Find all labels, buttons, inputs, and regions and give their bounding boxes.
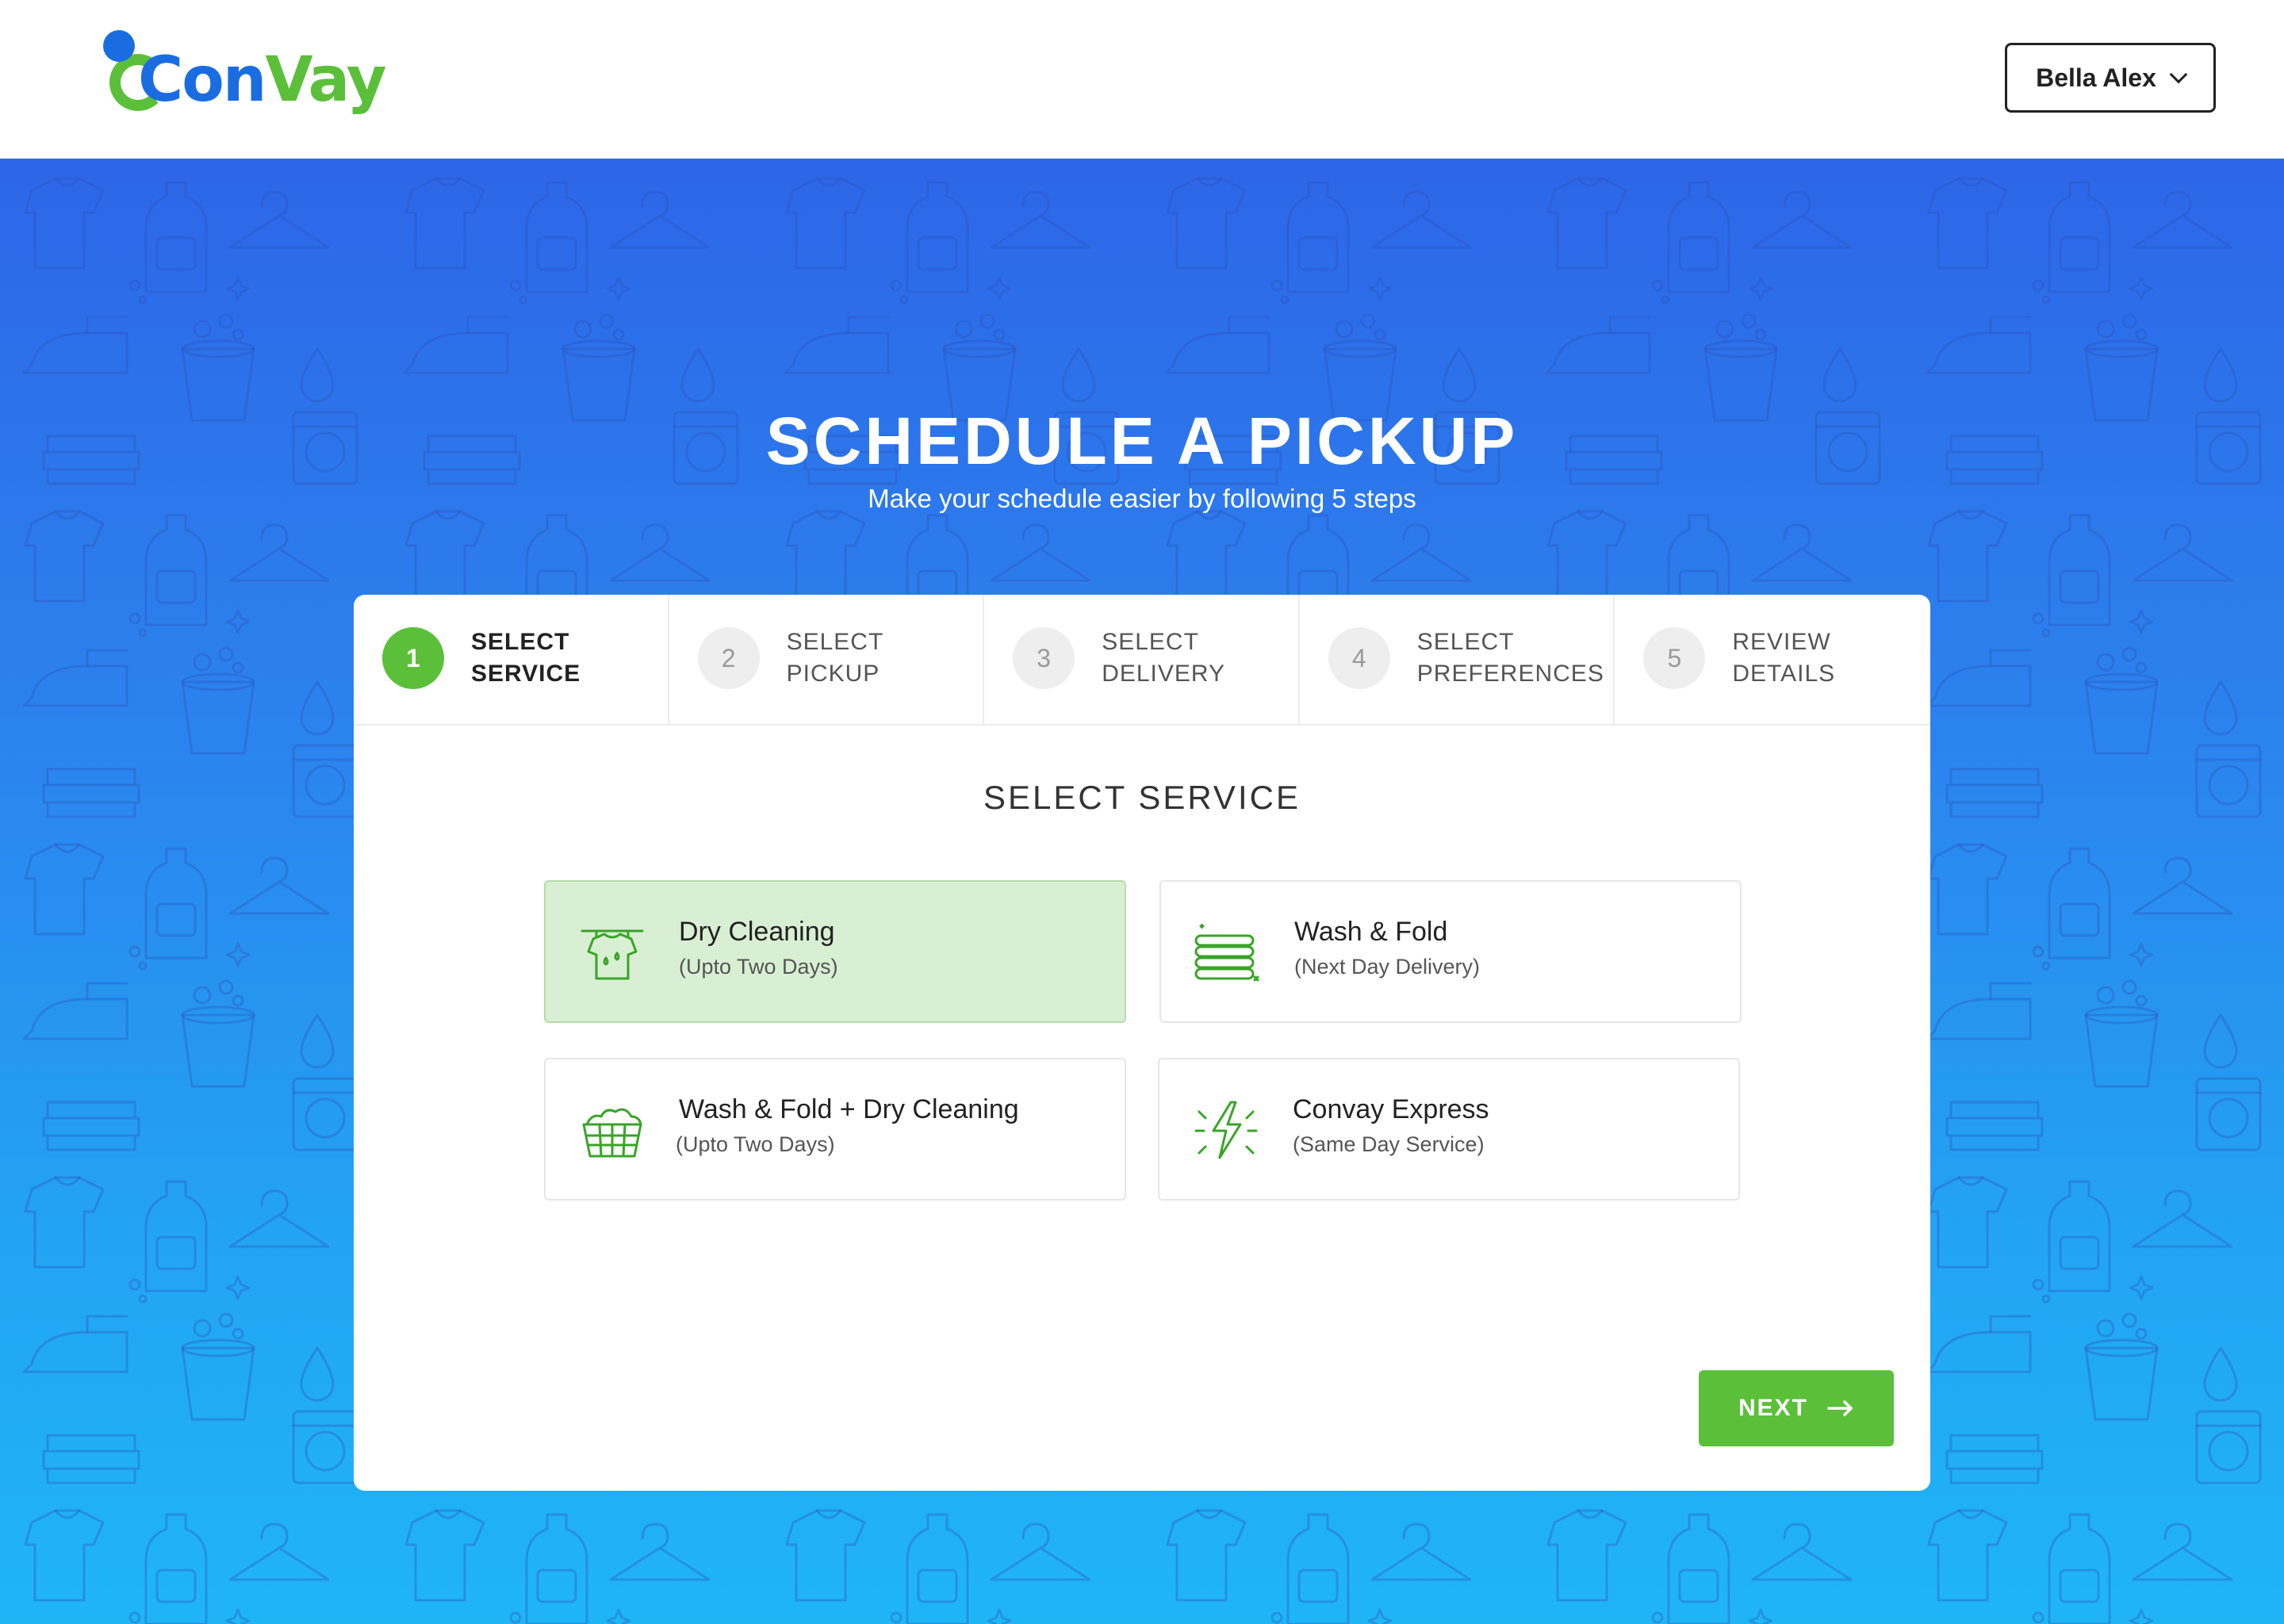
service-detail: (Same Day Service) [1293,1132,1485,1156]
step-review-details[interactable]: 5 REVIEW DETAILS [1615,595,1930,724]
step-label: SELECT DELIVERY [1102,629,1226,687]
service-detail: (Upto Two Days) [679,955,838,979]
user-menu-dropdown[interactable]: Bella Alex [2005,43,2216,113]
logo-wordmark: ConVay [138,44,387,116]
service-detail: (Upto Two Days) [676,1132,835,1156]
service-name: Convay Express [1293,1094,1489,1124]
step-select-pickup[interactable]: 2 SELECT PICKUP [669,595,985,724]
step-number: 3 [1013,627,1075,689]
lightning-bolt-icon [1194,1101,1258,1159]
folded-clothes-icon [1194,924,1259,982]
page-subtitle: Make your schedule easier by following 5… [868,484,1416,513]
chevron-down-icon [2169,65,2188,84]
user-name: Bella Alex [2036,63,2156,92]
step-label: SELECT SERVICE [471,629,581,687]
logo-dot-mark [103,30,135,62]
page-title: SCHEDULE A PICKUP [765,404,1519,478]
wizard-steps: 1 SELECT SERVICE 2 SELECT PICKUP 3 SELEC… [354,595,1930,726]
step-label: SELECT PREFERENCES [1416,629,1604,687]
top-navigation-bar: ConVay Bella Alex [0,0,2284,159]
step-select-preferences[interactable]: 4 SELECT PREFERENCES [1300,595,1615,724]
hero-section: SCHEDULE A PICKUP Make your schedule eas… [0,159,2284,1624]
step-number: 1 [382,627,444,689]
next-button[interactable]: NEXT [1699,1370,1894,1446]
service-option-convay-express[interactable]: Convay Express (Same Day Service) [1158,1058,1740,1201]
step-number: 5 [1643,627,1706,689]
shirt-on-hanger-icon [581,929,644,980]
arrow-right-icon [1827,1400,1854,1416]
service-name: Wash & Fold + Dry Cleaning [679,1094,1019,1124]
step-number: 4 [1328,627,1390,689]
step-select-service[interactable]: 1 SELECT SERVICE [354,595,669,724]
schedule-wizard-card: 1 SELECT SERVICE 2 SELECT PICKUP 3 SELEC… [354,595,1930,1491]
section-title: SELECT SERVICE [983,779,1301,816]
service-name: Wash & Fold [1294,917,1448,947]
service-option-wash-fold-dry-cleaning[interactable]: Wash & Fold + Dry Cleaning (Upto Two Day… [544,1058,1126,1201]
service-option-wash-fold[interactable]: Wash & Fold (Next Day Delivery) [1159,880,1742,1023]
step-select-delivery[interactable]: 3 SELECT DELIVERY [984,595,1300,724]
convay-logo[interactable]: ConVay [103,29,387,124]
service-option-dry-cleaning[interactable]: Dry Cleaning (Upto Two Days) [544,880,1126,1023]
step-label: REVIEW DETAILS [1732,629,1836,687]
step-label: SELECT PICKUP [786,629,884,687]
service-detail: (Next Day Delivery) [1294,955,1481,979]
step-number: 2 [697,627,760,689]
laundry-basket-icon [582,1108,642,1158]
next-button-label: NEXT [1738,1395,1808,1421]
service-name: Dry Cleaning [679,917,835,947]
